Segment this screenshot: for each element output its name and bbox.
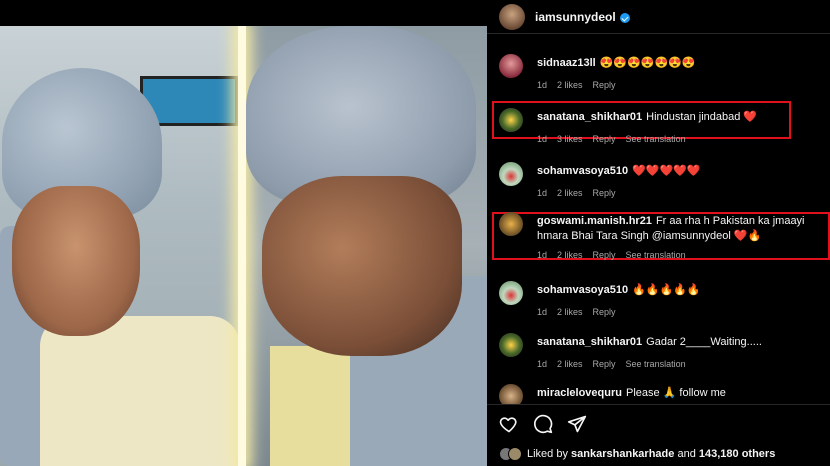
- see-translation-link[interactable]: See translation: [626, 132, 686, 147]
- comment-reply[interactable]: Reply: [593, 78, 616, 93]
- commenter-avatar[interactable]: [499, 333, 523, 357]
- comment-reply[interactable]: Reply: [593, 305, 616, 320]
- commenter-avatar[interactable]: [499, 281, 523, 305]
- commenter-avatar[interactable]: [499, 54, 523, 78]
- likes-summary[interactable]: Liked by sankarshankarhade and 143,180 o…: [499, 444, 775, 464]
- comment-item: miraclelovequru Please 🙏 follow me: [499, 384, 830, 404]
- likes-count[interactable]: 143,180 others: [699, 448, 775, 460]
- comment-item: sohamvasoya510 🔥🔥🔥🔥🔥 1d 2 likes Reply: [499, 281, 830, 320]
- comment-item: sohamvasoya510 ❤️❤️❤️❤️❤️ 1d 2 likes Repl…: [499, 162, 830, 201]
- commenter-avatar[interactable]: [499, 162, 523, 186]
- liker-avatar: [508, 447, 522, 461]
- comment-reply[interactable]: Reply: [593, 357, 616, 372]
- comment-time: 1d: [537, 250, 548, 260]
- comment-likes[interactable]: 2 likes: [557, 357, 583, 372]
- comment-likes[interactable]: 3 likes: [557, 132, 583, 147]
- comment-text: ❤️❤️❤️❤️❤️: [632, 165, 701, 177]
- commenter-avatar[interactable]: [499, 212, 523, 236]
- comment-text: Hindustan jindabad ❤️: [646, 111, 758, 123]
- verified-badge-icon: [619, 12, 630, 23]
- post-actions: [487, 404, 830, 442]
- comment-time: 1d: [537, 80, 548, 90]
- liker-username[interactable]: sankarshankarhade: [571, 448, 674, 460]
- comment-likes[interactable]: 2 likes: [557, 305, 583, 320]
- comment-text: Gadar 2____Waiting.....: [646, 336, 762, 348]
- photo-face-left: [12, 186, 140, 336]
- comment-text: Please 🙏 follow me: [625, 387, 726, 399]
- likes-middle: and: [677, 448, 696, 460]
- photo-shirt-left: [40, 316, 240, 466]
- photo-shirt-right: [270, 346, 350, 466]
- commenter-avatar[interactable]: [499, 384, 523, 404]
- post-panel: iamsunnydeol sidnaaz13ll 😍😍😍😍😍😍😍 1d 2 lik…: [487, 0, 830, 466]
- photo-mirror-light: [238, 26, 246, 466]
- author-username[interactable]: iamsunnydeol: [535, 10, 616, 24]
- comment-likes[interactable]: 2 likes: [557, 248, 583, 263]
- comment-time: 1d: [537, 307, 548, 317]
- share-icon[interactable]: [567, 414, 587, 434]
- comments-list: sidnaaz13ll 😍😍😍😍😍😍😍 1d 2 likes Reply sana…: [487, 34, 830, 404]
- commenter-username[interactable]: goswami.manish.hr21: [537, 215, 652, 227]
- commenter-username[interactable]: sohamvasoya510: [537, 284, 628, 296]
- commenter-username[interactable]: sanatana_shikhar01: [537, 111, 642, 123]
- see-translation-link[interactable]: See translation: [626, 248, 686, 263]
- comment-time: 1d: [537, 188, 548, 198]
- commenter-username[interactable]: sanatana_shikhar01: [537, 336, 642, 348]
- comment-text: 🔥🔥🔥🔥🔥: [632, 284, 701, 296]
- photo-scene: [0, 26, 487, 466]
- post-image[interactable]: [0, 0, 487, 466]
- commenter-avatar[interactable]: [499, 108, 523, 132]
- comment-likes[interactable]: 2 likes: [557, 78, 583, 93]
- author-avatar[interactable]: [499, 3, 525, 30]
- comment-reply[interactable]: Reply: [593, 132, 616, 147]
- heart-icon[interactable]: [499, 414, 519, 434]
- commenter-username[interactable]: sidnaaz13ll: [537, 57, 596, 69]
- comment-time: 1d: [537, 134, 548, 144]
- comment-likes[interactable]: 2 likes: [557, 186, 583, 201]
- see-translation-link[interactable]: See translation: [626, 357, 686, 372]
- likes-prefix: Liked by: [527, 448, 568, 460]
- comment-item: goswami.manish.hr21 Fr aa rha h Pakistan …: [499, 212, 830, 263]
- comment-time: 1d: [537, 359, 548, 369]
- commenter-username[interactable]: sohamvasoya510: [537, 165, 628, 177]
- comment-icon[interactable]: [533, 414, 553, 434]
- comment-item: sanatana_shikhar01 Hindustan jindabad ❤️ …: [499, 108, 830, 147]
- post-header: iamsunnydeol: [487, 0, 830, 34]
- comment-reply[interactable]: Reply: [593, 186, 616, 201]
- photo-face-right: [262, 176, 462, 356]
- commenter-username[interactable]: miraclelovequru: [537, 387, 622, 399]
- comment-reply[interactable]: Reply: [593, 248, 616, 263]
- comment-item: sidnaaz13ll 😍😍😍😍😍😍😍 1d 2 likes Reply: [499, 54, 830, 93]
- comment-text: 😍😍😍😍😍😍😍: [599, 57, 696, 69]
- comment-item: sanatana_shikhar01 Gadar 2____Waiting....…: [499, 333, 830, 372]
